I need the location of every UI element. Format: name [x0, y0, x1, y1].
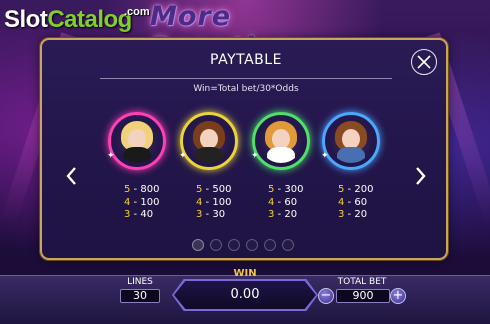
odds-separator: - [344, 184, 355, 195]
increase-bet-button[interactable]: + [390, 288, 406, 304]
symbol-outfit [195, 147, 223, 163]
symbol-portrait [329, 119, 373, 163]
logo-slot-text: Slot [4, 6, 48, 33]
lines-value: 30 [120, 289, 160, 303]
odds-separator: - [344, 196, 355, 208]
slotcatalog-logo: SlotCatalog [4, 6, 132, 34]
odds-separator: - [202, 209, 213, 220]
odds-value: 20 [354, 209, 368, 220]
logo-catalog-text: Catalog [47, 6, 132, 33]
symbol-face [128, 129, 146, 149]
odds-value: 60 [284, 196, 298, 208]
odds-value: 30 [212, 209, 226, 220]
odds-row: 4 - 60 [268, 197, 328, 210]
page-dot[interactable] [246, 239, 258, 251]
symbol-outfit [123, 147, 151, 163]
odds-value: 100 [212, 196, 232, 208]
odds-list-bunny-girl: 5 - 800 4 - 100 3 - 40 [124, 184, 184, 222]
symbol-nurse: ✦ [251, 112, 310, 170]
odds-row: 3 - 40 [124, 209, 184, 222]
symbol-outfit [337, 147, 365, 163]
symbol-maid: ✦ [179, 112, 238, 170]
odds-row: 3 - 20 [268, 209, 328, 222]
chevron-left-icon [66, 167, 76, 185]
page-indicator [192, 239, 302, 253]
odds-separator: - [130, 196, 141, 208]
close-icon [417, 55, 431, 69]
page-dot[interactable] [264, 239, 276, 251]
odds-row: 3 - 30 [196, 209, 256, 222]
paytable-title: PAYTABLE [210, 52, 282, 68]
odds-separator: - [344, 209, 355, 220]
sparkle-icon: ✦ [251, 151, 259, 161]
odds-row: 3 - 20 [338, 209, 398, 222]
odds-separator: - [202, 184, 213, 195]
odds-separator: - [274, 196, 285, 208]
page-dot[interactable] [282, 239, 294, 251]
odds-value: 20 [284, 209, 298, 220]
odds-value: 800 [140, 184, 160, 195]
odds-value: 60 [354, 196, 368, 208]
symbol-bunny-girl: ✦ [107, 112, 166, 170]
odds-row: 5 - 200 [338, 184, 398, 197]
odds-row: 5 - 800 [124, 184, 184, 197]
win-label: WIN [233, 268, 257, 279]
win-value: 0.00 [230, 287, 260, 302]
symbol-police: ✦ [321, 112, 380, 170]
odds-separator: - [130, 184, 141, 195]
sparkle-icon: ✦ [107, 151, 115, 161]
odds-separator: - [274, 209, 285, 220]
title-divider [100, 78, 392, 79]
odds-value: 40 [140, 209, 154, 220]
chevron-right-icon [416, 167, 426, 185]
page-dot[interactable] [192, 239, 204, 251]
payout-formula: Win=Total bet/30*Odds [193, 84, 299, 94]
odds-value: 100 [140, 196, 160, 208]
odds-row: 4 - 60 [338, 197, 398, 210]
total-bet-value: 900 [336, 289, 390, 303]
paytable-panel: PAYTABLE Win=Total bet/30*Odds ✦ 5 - 800 4… [40, 38, 448, 260]
page-dot[interactable] [210, 239, 222, 251]
odds-row: 4 - 100 [124, 197, 184, 210]
logo-com-text: .com [124, 6, 150, 18]
odds-row: 4 - 100 [196, 197, 256, 210]
odds-row: 5 - 500 [196, 184, 256, 197]
odds-value: 300 [284, 184, 304, 195]
odds-list-maid: 5 - 500 4 - 100 3 - 30 [196, 184, 256, 222]
odds-list-nurse: 5 - 300 4 - 60 3 - 20 [268, 184, 328, 222]
symbol-portrait [115, 119, 159, 163]
next-page-button[interactable] [410, 164, 430, 188]
symbol-outfit [267, 147, 295, 163]
odds-value: 200 [354, 184, 374, 195]
sparkle-icon: ✦ [321, 151, 329, 161]
odds-value: 500 [212, 184, 232, 195]
symbol-face [342, 129, 360, 149]
odds-separator: - [202, 196, 213, 208]
close-button[interactable] [411, 49, 437, 75]
odds-separator: - [130, 209, 141, 220]
odds-row: 5 - 300 [268, 184, 328, 197]
page-dot[interactable] [228, 239, 240, 251]
symbol-portrait [259, 119, 303, 163]
symbol-face [272, 129, 290, 149]
odds-separator: - [274, 184, 285, 195]
symbol-face [200, 129, 218, 149]
game-title: More Beauties [150, 1, 290, 63]
symbol-portrait [187, 119, 231, 163]
sparkle-icon: ✦ [179, 151, 187, 161]
decrease-bet-button[interactable]: − [318, 288, 334, 304]
total-bet-label: TOTAL BET [337, 277, 387, 287]
odds-list-police: 5 - 200 4 - 60 3 - 20 [338, 184, 398, 222]
previous-page-button[interactable] [62, 164, 82, 188]
